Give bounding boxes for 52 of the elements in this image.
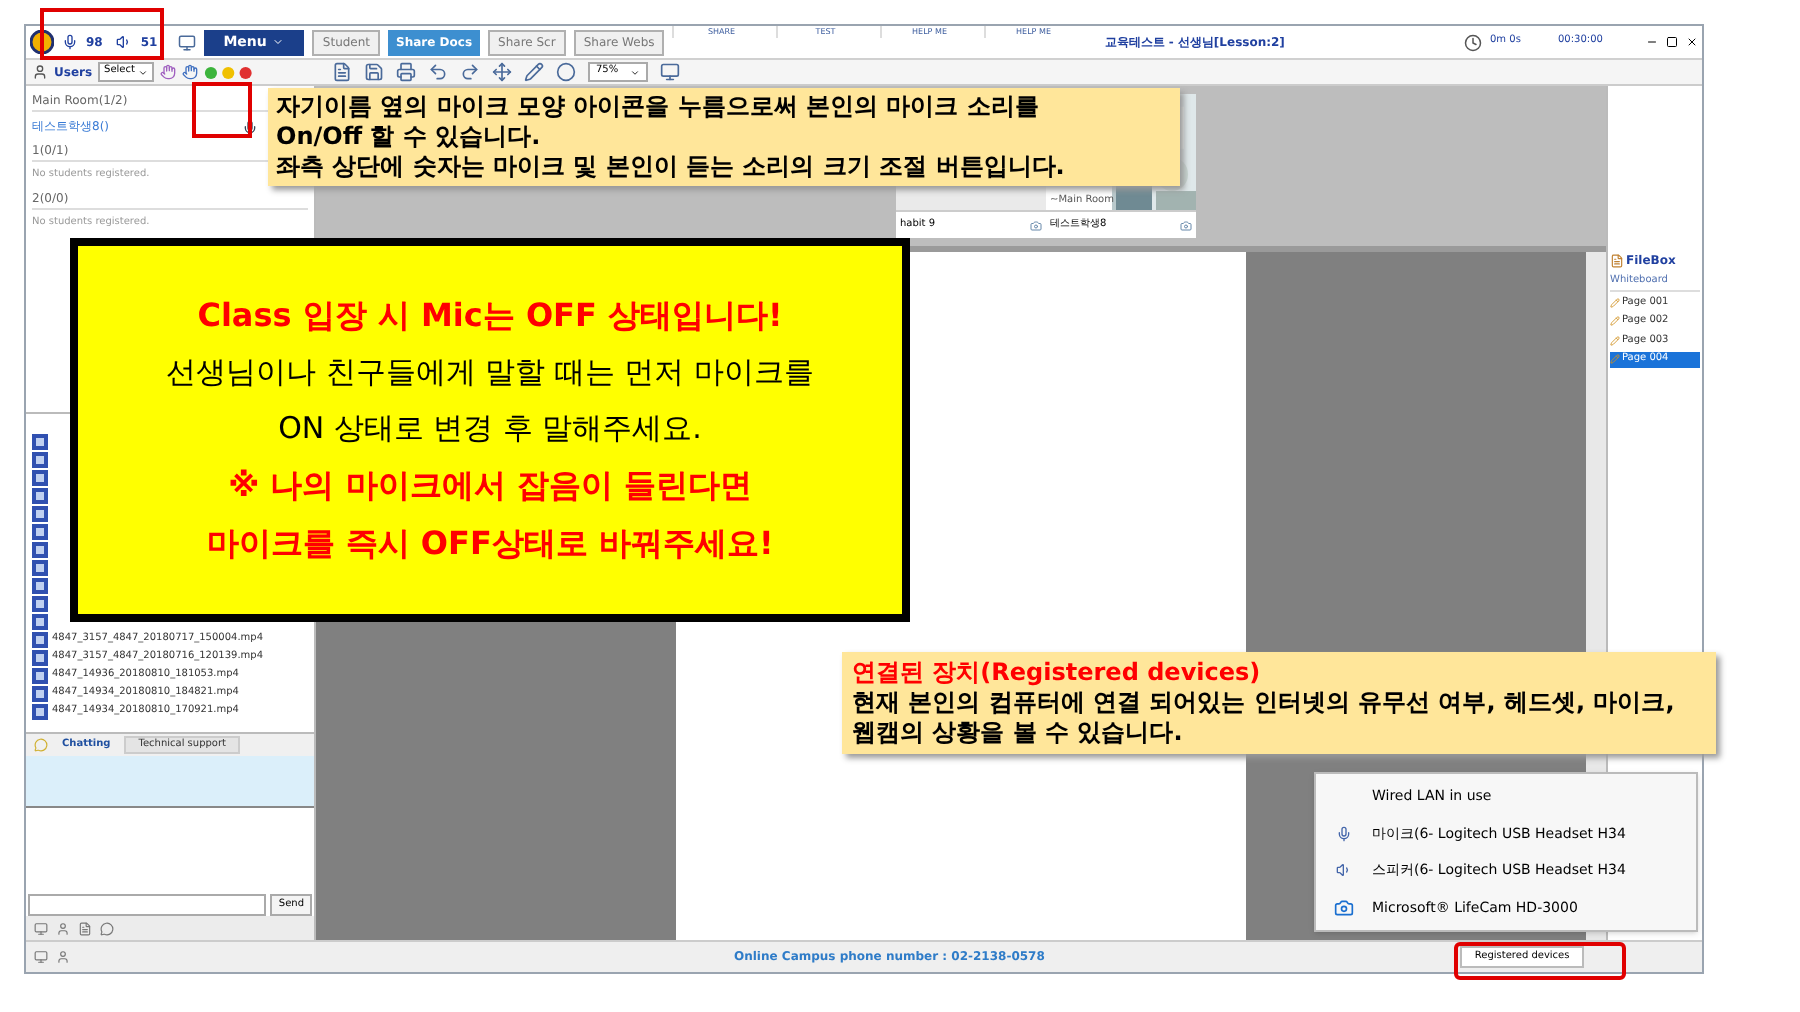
chat-icon[interactable] (100, 921, 114, 935)
clock-icon (1464, 33, 1482, 51)
minimize-button[interactable] (1646, 36, 1658, 48)
callout-title: 연결된 장치(Registered devices) (852, 658, 1263, 688)
maximize-button[interactable] (1666, 36, 1678, 48)
caret-icon (138, 67, 149, 77)
redo-icon[interactable] (460, 62, 480, 82)
file-icon[interactable] (78, 921, 92, 935)
webcam-icon (1334, 897, 1354, 918)
user-icon[interactable] (56, 921, 70, 935)
caret-icon (630, 67, 640, 77)
status-dots-icon[interactable] (204, 65, 257, 79)
undo-icon[interactable] (428, 62, 448, 82)
move-icon[interactable] (492, 62, 512, 82)
close-button[interactable] (1686, 36, 1698, 48)
monitor-icon[interactable] (34, 921, 48, 935)
pencil-icon (1610, 354, 1620, 365)
callout-text: 현재 본인의 컴퓨터에 연결 되어있는 인터넷의 유무선 여부, 헤드셋, 마이크, 웹캠의 상황을 볼 수 있습니다. (852, 688, 1677, 748)
pencil-icon (1610, 316, 1620, 327)
caret-icon (272, 36, 285, 48)
camera-icon (1180, 219, 1192, 231)
mic-icon (62, 34, 78, 50)
monitor-icon[interactable] (34, 950, 48, 964)
callout-text: 자기이름 옆의 마이크 모양 아이콘을 누름으로써 본인의 마이크 소리를 (276, 92, 1041, 122)
pen-icon[interactable] (524, 62, 544, 82)
print-icon[interactable] (396, 62, 416, 82)
new-page-icon[interactable] (332, 62, 352, 82)
screen-icon[interactable] (177, 33, 196, 51)
hand-icon[interactable] (160, 64, 177, 80)
highlight-frame (40, 8, 164, 60)
notice-text: Class 입장 시 Mic는 OFF 상태입니다! (197, 296, 783, 336)
user-icon[interactable] (56, 950, 70, 964)
mic-icon[interactable] (242, 119, 258, 135)
users-icon (32, 64, 48, 80)
notice-text: ※ 나의 마이크에서 잡음이 들린다면 (228, 466, 752, 506)
save-icon[interactable] (364, 62, 384, 82)
screen-icon[interactable] (660, 62, 680, 82)
mic-icon (1336, 825, 1352, 842)
pencil-icon (1610, 335, 1620, 346)
pencil-icon (1610, 297, 1620, 308)
filebox-icon (1610, 254, 1624, 268)
notice-text: ON 상태로 변경 후 말해주세요. (278, 410, 702, 448)
speaker-icon (116, 34, 133, 50)
circle-icon[interactable] (556, 62, 576, 82)
notice-text: 마이크를 즉시 OFF상태로 바꿔주세요! (206, 524, 774, 564)
hand-icon[interactable] (182, 64, 199, 80)
camera-icon (1030, 219, 1042, 231)
chat-input[interactable] (28, 894, 267, 916)
speaker-icon (1336, 862, 1352, 879)
highlight-frame (192, 82, 252, 138)
chat-icon (34, 738, 48, 752)
notice-text: 선생님이나 친구들에게 말할 때는 먼저 마이크를 (166, 354, 814, 392)
